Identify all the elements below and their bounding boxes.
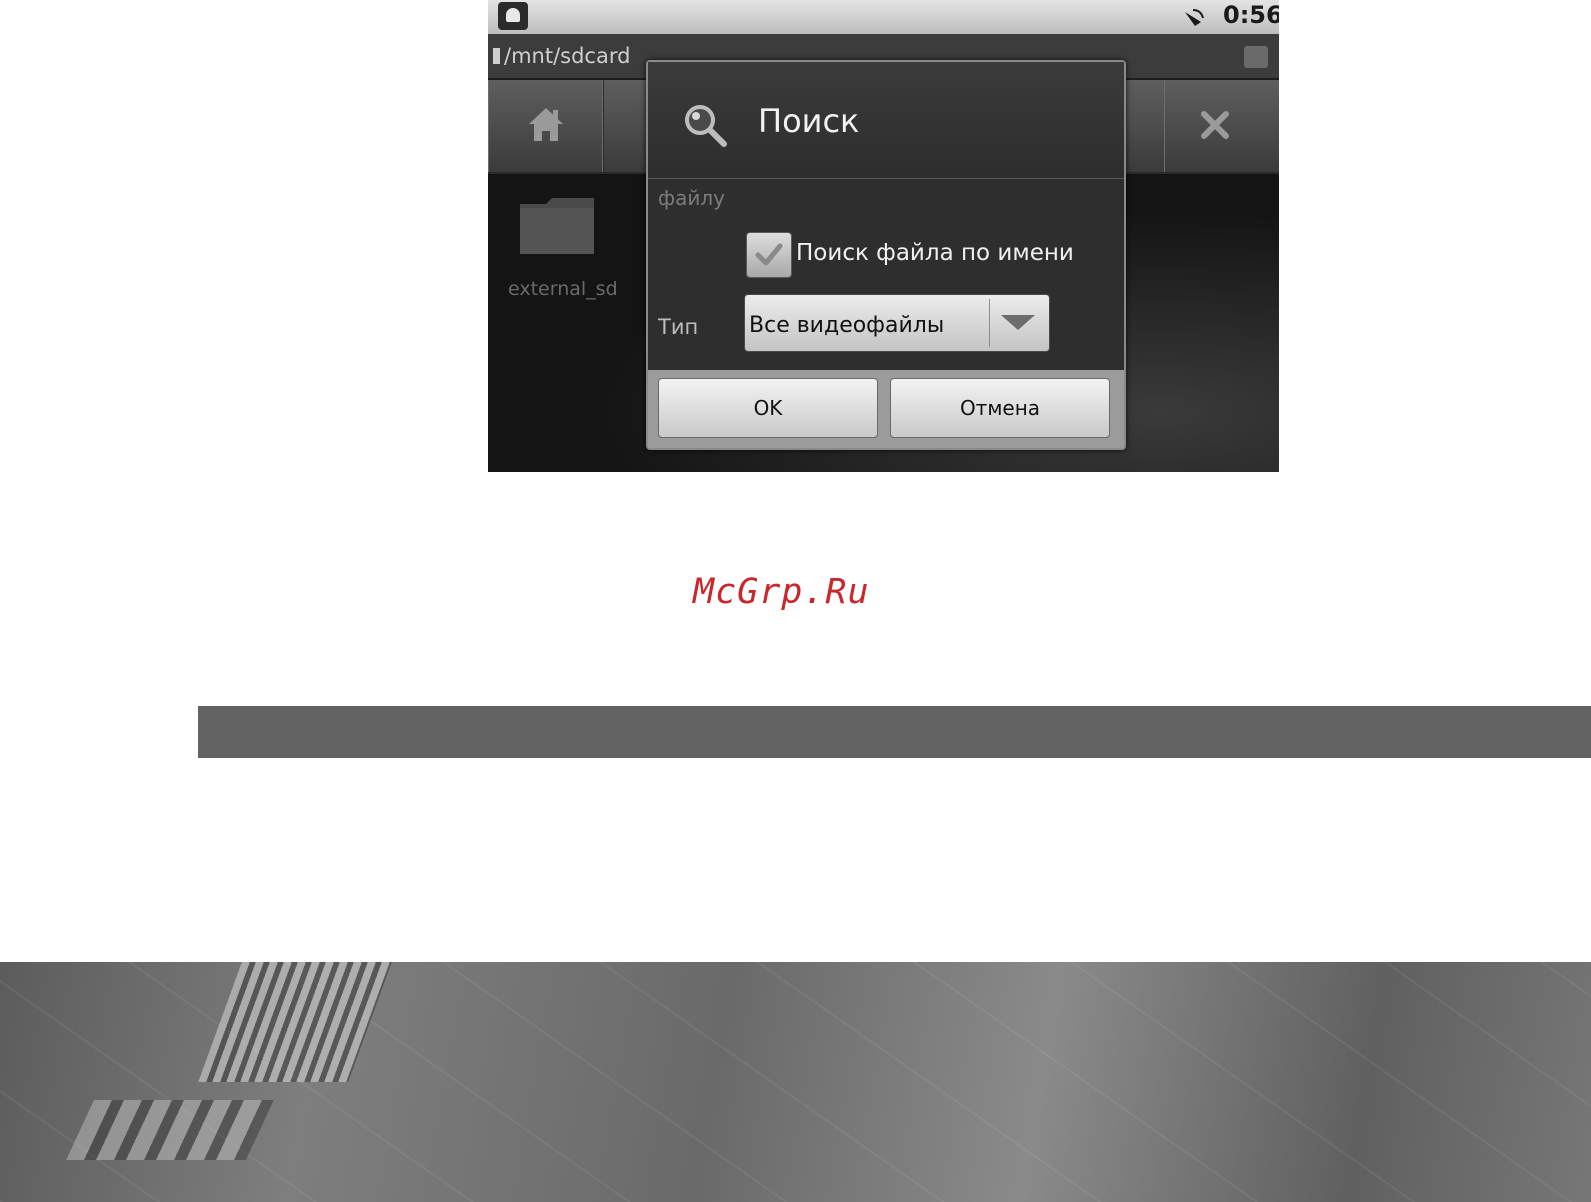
checkmark-icon xyxy=(755,243,783,266)
film-strip-decoration xyxy=(66,1100,274,1160)
close-icon xyxy=(1201,111,1229,139)
search-dialog: Поиск файлу Поиск файла по имени Тип Все… xyxy=(646,60,1126,450)
sdcard-icon xyxy=(493,48,500,64)
select-divider xyxy=(989,299,990,347)
status-time: 0:56 xyxy=(1223,1,1279,29)
folder-icon xyxy=(520,198,594,254)
android-notification-icon xyxy=(498,2,528,30)
ok-button[interactable]: OK xyxy=(658,378,878,438)
cancel-button[interactable]: Отмена xyxy=(890,378,1110,438)
chevron-down-icon xyxy=(1001,315,1035,330)
search-icon xyxy=(685,105,727,147)
path-text: /mnt/sdcard xyxy=(504,44,631,68)
home-icon xyxy=(529,108,563,141)
type-select[interactable]: Все видеофайлы xyxy=(744,294,1050,352)
signal-icon xyxy=(1185,9,1204,26)
section-band xyxy=(198,706,1591,758)
path-action-icon[interactable] xyxy=(1244,46,1268,68)
file-item-label: external_sd xyxy=(508,278,618,300)
dialog-title: Поиск xyxy=(758,102,860,140)
dialog-scroll-text: файлу xyxy=(658,186,725,210)
type-select-value: Все видеофайлы xyxy=(749,313,945,338)
search-by-name-checkbox[interactable] xyxy=(746,232,792,278)
status-bar: 0:56 xyxy=(488,0,1279,34)
dialog-header: Поиск xyxy=(648,62,1124,179)
watermark: McGrp.Ru xyxy=(693,572,870,612)
search-by-name-label[interactable]: Поиск файла по имени xyxy=(796,240,1074,266)
type-label: Тип xyxy=(658,315,699,339)
dialog-footer: OK Отмена xyxy=(648,370,1124,448)
